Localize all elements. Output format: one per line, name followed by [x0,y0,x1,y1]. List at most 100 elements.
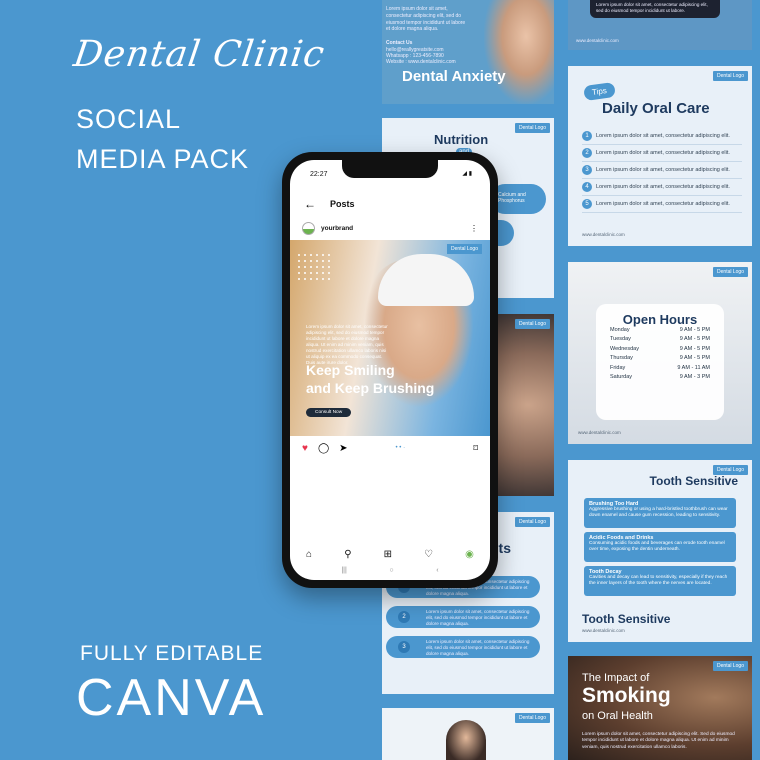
back-button-icon[interactable]: ‹ [436,567,438,574]
cause-box: Acidic Foods and Drinks Consuming acidic… [584,532,736,562]
top-right-body: Lorem ipsum dolor sit amet, consectetur … [596,2,708,14]
anxiety-body: Lorem ipsum dolor sit amet, consectetur … [386,6,466,33]
add-post-icon[interactable]: ⊞ [384,549,392,560]
post-actions: ♥ ◯ ➤ • • · ⌑ [290,440,490,456]
canva-label: CANVA [76,669,267,727]
search-icon[interactable]: ⚲ [344,549,351,560]
site-label: www.dentalclinic.com [582,628,625,633]
daily-oral-care-title: Daily Oral Care [602,100,710,117]
phone-notch [342,160,438,178]
hours-row: Friday 9 AM - 11 AM [596,365,724,374]
post-headline: Keep Smiling and Keep Brushing [306,362,434,397]
treatment-num: 2 [398,611,410,623]
tooth-sensitive-title: Tooth Sensitive [649,474,738,488]
headline-line-2: and Keep Brushing [306,379,435,396]
cause-body: Consuming acidic foods and beverages can… [589,541,725,552]
cause-box: Brushing Too Hard Aggressive brushing or… [584,498,736,528]
recent-apps-icon[interactable]: ||| [341,567,346,574]
post-image[interactable]: Dental Logo Lorem ipsum dolor sit amet, … [290,240,490,436]
bottom-nav: ⌂ ⚲ ⊞ ♡ ◉ [290,546,490,562]
list-text: Lorem ipsum dolor sit amet, consectetur … [596,184,730,190]
treatment-text: Lorem ipsum dolor sit amet, consectetur … [426,609,530,627]
posts-header: ← Posts [290,194,490,214]
site-label: www.dentalclinic.com [578,430,621,435]
treatment-num: 3 [398,641,410,653]
anxiety-title: Dental Anxiety [402,68,506,85]
list-item: 2 Lorem ipsum dolor sit amet, consectetur… [582,145,742,162]
title-media-pack: MEDIA PACK [76,144,250,174]
tips-tag: Tips [583,81,616,102]
avatar[interactable] [302,221,315,235]
card-tooth-sensitive: Dental Logo Tooth Sensitive Brushing Too… [568,460,752,642]
home-button-icon[interactable]: ○ [389,567,393,574]
list-text: Lorem ipsum dolor sit amet, consectetur … [596,150,730,156]
hours-row: Tuesday 9 AM - 5 PM [596,336,724,345]
contact-line-3: Website : www.dentalclinic.com [386,59,456,65]
contact-label: Contact Us [386,40,413,46]
dental-logo-tag: Dental Logo [713,267,748,277]
photo-dentist [446,720,486,760]
dental-logo-tag: Dental Logo [515,713,550,723]
more-options-icon[interactable]: ⋮ [470,224,478,233]
hours: 9 AM - 5 PM [679,355,710,362]
consult-now-button[interactable]: Consult Now [306,408,352,417]
list-num: 4 [582,182,592,192]
open-hours-title: Open Hours [622,312,698,327]
post-body-text: Lorem ipsum dolor sit amet, consectetur … [306,324,388,365]
day: Friday [610,364,626,371]
status-icons: ◢ ▮ [462,171,472,177]
account-name[interactable]: yourbrand [321,225,353,232]
activity-heart-icon[interactable]: ♡ [424,549,433,560]
treatment-text: Lorem ipsum dolor sit amet, consectetur … [426,639,530,657]
photo-person [484,0,554,104]
hours: 9 AM - 3 PM [679,373,710,380]
list-num: 2 [582,148,592,158]
card-top-right: Lorem ipsum dolor sit amet, consectetur … [568,0,752,50]
nutrition-pill: Calcium and Phosphorus [490,184,546,214]
day: Thursday [610,355,633,362]
status-time: 22:27 [310,171,328,178]
system-nav: ||| ○ ‹ [290,564,490,576]
treatment-item: 3 Lorem ipsum dolor sit amet, consectetu… [386,636,540,658]
phone-screen: 22:27 ◢ ▮ ← Posts yourbrand ⋮ Dental Log… [290,160,490,580]
phone-mockup: 22:27 ◢ ▮ ← Posts yourbrand ⋮ Dental Log… [282,152,498,588]
tooth-sensitive-footer: Tooth Sensitive [582,612,671,626]
oral-care-list: 1 Lorem ipsum dolor sit amet, consectetur… [582,128,742,213]
cause-body: Cavities and decay can lead to sensitivi… [589,575,728,586]
heart-icon[interactable]: ♥ [302,443,308,454]
share-icon[interactable]: ➤ [339,443,347,454]
cause-box: Tooth Decay Cavities and decay can lead … [584,566,736,596]
comment-icon[interactable]: ◯ [318,443,329,454]
list-item: 3 Lorem ipsum dolor sit amet, consectetur… [582,162,742,179]
posts-title: Posts [330,199,355,209]
profile-avatar-icon[interactable]: ◉ [465,549,474,560]
back-arrow-icon[interactable]: ← [304,197,316,211]
dental-logo-tag: Dental Logo [713,661,748,671]
hours: 9 AM - 5 PM [679,345,710,352]
card-smoking: Dental Logo The Impact of Smoking on Ora… [568,656,752,760]
dental-logo-tag: Dental Logo [515,319,550,329]
list-text: Lorem ipsum dolor sit amet, consectetur … [596,133,730,139]
dark-panel: Lorem ipsum dolor sit amet, consectetur … [590,0,720,18]
carousel-indicator: • • · [395,445,406,451]
home-icon[interactable]: ⌂ [306,549,312,560]
hours-row: Monday 9 AM - 5 PM [596,327,724,336]
bookmark-icon[interactable]: ⌑ [473,443,478,454]
card-dentist: Dental Logo [382,708,554,760]
card-open-hours: Dental Logo Open Hours Monday 9 AM - 5 PM… [568,262,752,444]
card-dental-anxiety: Lorem ipsum dolor sit amet, consectetur … [382,0,554,104]
card-daily-oral-care: Dental Logo Tips Daily Oral Care 1 Lorem … [568,66,752,246]
smoking-line-3: on Oral Health [582,710,653,722]
account-row: yourbrand ⋮ [290,218,490,238]
list-item: 5 Lorem ipsum dolor sit amet, consectetur… [582,196,742,213]
list-item: 4 Lorem ipsum dolor sit amet, consectetur… [582,179,742,196]
cause-body: Aggressive brushing or using a hard-bris… [589,507,728,518]
smoking-body: Lorem ipsum dolor sit amet, consectetur … [582,732,735,750]
nutrition-title-1: Nutrition [434,132,489,147]
script-title: Dental Clinic [71,34,328,75]
list-item: 1 Lorem ipsum dolor sit amet, consectetur… [582,128,742,145]
title-social: SOCIAL [76,104,182,134]
site-label: www.dentalclinic.com [582,232,625,237]
headline-line-1: Keep Smiling [306,362,395,378]
hours-row: Thursday 9 AM - 5 PM [596,355,724,364]
